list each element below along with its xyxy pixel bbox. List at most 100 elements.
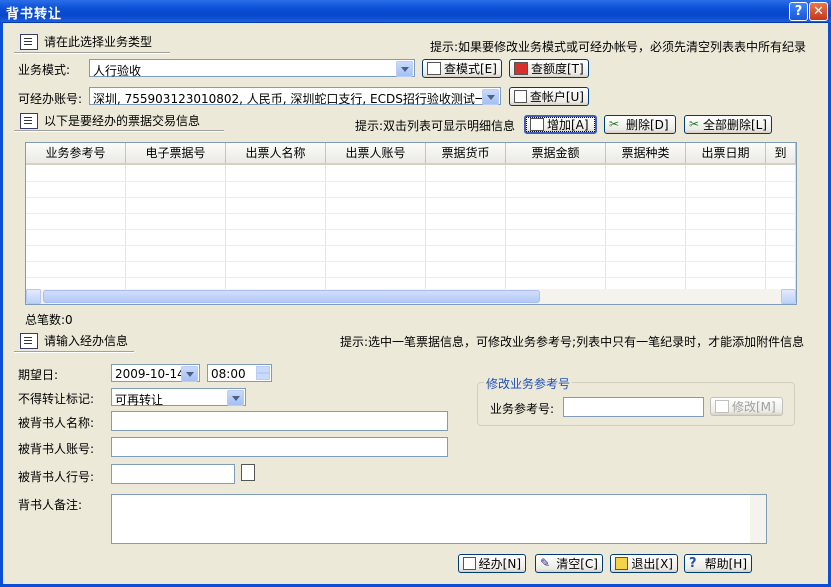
window-title: 背书转让 [6,7,63,22]
broom-icon: ✎ [540,556,551,570]
endorsee-name-input[interactable] [111,411,448,431]
edit-icon [20,332,38,349]
grid-line [26,277,796,278]
grid-line [795,165,796,289]
grid-line [225,165,226,289]
grid-line [425,165,426,289]
date-value: 2009-10-14 [115,367,185,381]
clear-label: 清空[C] [556,557,598,571]
exit-label: 退出[X] [631,557,673,571]
column-header[interactable]: 业务参考号 [26,143,126,165]
help-button[interactable]: ? 帮助[H] [684,554,752,573]
modify-button[interactable]: 修改[M] [710,397,783,416]
spin-down-icon[interactable] [256,373,270,380]
submit-button[interactable]: 经办[N] [458,554,526,573]
section-business-type-title: 请在此选择业务类型 [44,35,153,49]
delete-all-label: 全部删除[L] [702,118,767,132]
delete-all-button[interactable]: ✂ 全部删除[L] [684,115,772,134]
search-icon[interactable] [241,464,255,481]
query-mode-label: 查模式[E] [444,62,497,76]
endorsee-account-input[interactable] [111,437,448,457]
nontransfer-select[interactable]: 可再转让 [111,388,246,407]
operation-hint: 提示:选中一笔票据信息，可修改业务参考号;列表中只有一笔纪录时，才能添加附件信息 [340,335,805,349]
delete-button[interactable]: ✂ 删除[D] [604,115,676,134]
submit-label: 经办[N] [478,557,521,571]
scroll-thumb[interactable] [43,290,540,303]
column-header[interactable]: 出票人账号 [326,143,426,165]
grid-line [26,213,796,214]
column-header[interactable]: 票据种类 [606,143,686,165]
grid-line [605,165,606,289]
help-title-button[interactable]: ? [789,2,808,21]
scissors-icon: ✂ [689,117,700,131]
grid-line [26,229,796,230]
account-label: 可经办账号: [18,92,83,106]
close-button[interactable]: ✕ [809,2,828,21]
column-header[interactable]: 出票日期 [686,143,766,165]
account-icon [514,90,527,103]
chevron-down-icon[interactable] [482,89,499,105]
grid-line [685,165,686,289]
memo-textarea[interactable] [111,494,767,544]
endorsee-bank-label: 被背书人行号: [18,470,95,484]
query-limit-button[interactable]: 查额度[T] [509,59,589,78]
column-header[interactable]: 电子票据号 [126,143,226,165]
scissors-icon: ✂ [609,117,620,131]
column-header[interactable]: 出票人名称 [226,143,326,165]
window-border-left [0,22,3,587]
query-account-button[interactable]: 查帐户[U] [509,87,589,106]
chevron-down-icon[interactable] [181,366,198,382]
table-body[interactable] [26,165,796,289]
account-value: 深圳, 755903123010802, 人民币, 深圳蛇口支行, ECDS招行… [93,92,483,106]
add-label: 增加[A] [547,118,589,132]
column-header[interactable]: 票据金额 [506,143,606,165]
memo-label: 背书人备注: [18,498,83,512]
account-select[interactable]: 深圳, 755903123010802, 人民币, 深圳蛇口支行, ECDS招行… [89,87,501,106]
modify-ref-group-title: 修改业务参考号 [484,375,573,392]
document-icon [20,33,38,50]
biz-mode-label: 业务模式: [18,63,71,77]
modify-label: 修改[M] [732,400,776,414]
section-business-type-header: 请在此选择业务类型 [20,33,152,50]
memo-vertical-scrollbar[interactable] [750,495,766,543]
biz-mode-value: 人行验收 [93,64,142,78]
table-header: 业务参考号 电子票据号 出票人名称 出票人账号 票据货币 票据金额 票据种类 出票日期到 [26,143,796,165]
chevron-down-icon[interactable] [227,390,244,406]
biz-mode-select[interactable]: 人行验收 [89,59,415,78]
grid-line [125,165,126,289]
delete-label: 删除[D] [626,118,669,132]
endorsee-name-label: 被背书人名称: [18,416,95,430]
grid-line [26,197,796,198]
modify-icon [715,400,729,413]
section-operation-title: 请输入经办信息 [44,334,129,348]
title-bar[interactable]: 背书转让 ? ✕ [0,0,831,23]
nontransfer-value: 可再转让 [115,393,164,407]
chevron-down-icon[interactable] [396,61,413,77]
add-icon [530,118,544,131]
date-picker[interactable]: 2009-10-14 [111,364,200,382]
column-header[interactable]: 票据货币 [426,143,506,165]
horizontal-scrollbar[interactable] [26,289,796,304]
endorsee-account-label: 被背书人账号: [18,442,95,456]
time-stepper[interactable]: 08:00 [207,364,272,382]
column-header[interactable]: 到 [766,143,796,165]
endorsee-bank-input[interactable] [111,464,235,484]
section-divider [14,52,170,54]
section-operation-header: 请输入经办信息 [20,332,128,349]
add-button[interactable]: 增加[A] [524,115,597,134]
scroll-left-icon[interactable] [26,289,41,304]
spin-up-icon[interactable] [256,366,270,373]
scroll-right-icon[interactable] [781,289,796,304]
query-limit-label: 查额度[T] [531,62,584,76]
exit-button[interactable]: 退出[X] [610,554,678,573]
section-divider [14,130,224,132]
query-mode-button[interactable]: 查模式[E] [422,59,502,78]
help-label: 帮助[H] [704,557,747,571]
transactions-table[interactable]: 业务参考号 电子票据号 出票人名称 出票人账号 票据货币 票据金额 票据种类 出票日期到 [25,142,797,305]
time-value: 08:00 [211,367,246,381]
ref-no-input[interactable] [563,397,704,417]
exit-icon [615,557,629,570]
query-account-label: 查帐户[U] [529,90,584,104]
clear-button[interactable]: ✎ 清空[C] [535,554,603,573]
ref-no-label: 业务参考号: [490,402,555,416]
